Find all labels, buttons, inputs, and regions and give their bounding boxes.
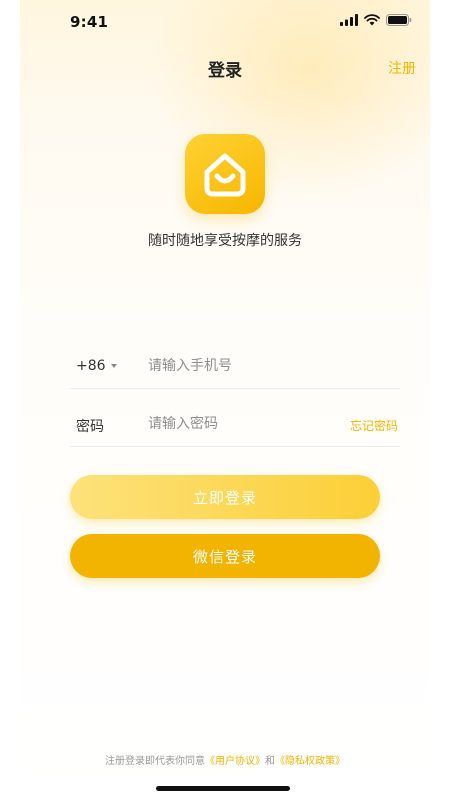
battery-icon [386, 14, 412, 26]
agreement-and: 和 [265, 756, 275, 767]
country-code: +86 [76, 358, 106, 374]
user-agreement-link[interactable]: 《用户协议》 [205, 756, 265, 767]
status-bar: 9:41 [20, 0, 430, 44]
status-time: 9:41 [70, 13, 109, 31]
wechat-login-button[interactable]: 微信登录 [70, 534, 380, 578]
phone-input[interactable] [148, 352, 388, 380]
password-label: 密码 [76, 419, 104, 435]
login-button[interactable]: 立即登录 [70, 475, 380, 519]
page-title: 登录 [208, 61, 242, 81]
login-screen: 9:41 登录 注册 随时随地享受按摩的服务 +86 请输入手机号 密码 忘记密… [20, 0, 430, 800]
country-code-selector[interactable]: +86 [76, 358, 117, 374]
slogan: 随时随地享受按摩的服务 [148, 233, 302, 249]
app-logo [185, 134, 265, 214]
password-row: 密码 忘记密码 [70, 404, 400, 447]
signal-icon [340, 14, 358, 26]
caret-down-icon [110, 364, 117, 368]
register-link[interactable]: 注册 [388, 58, 416, 78]
wifi-icon [364, 14, 380, 26]
home-indicator[interactable] [156, 786, 290, 791]
forgot-password-link[interactable]: 忘记密码 [350, 417, 398, 434]
privacy-policy-link[interactable]: 《隐私权政策》 [275, 756, 345, 767]
agreement-text: 注册登录即代表你同意《用户协议》和《隐私权政策》 [20, 752, 430, 767]
password-input[interactable] [148, 410, 318, 438]
phone-row: +86 [70, 346, 400, 389]
agreement-prefix: 注册登录即代表你同意 [105, 756, 205, 767]
status-icons [340, 14, 412, 26]
house-smile-icon [204, 153, 246, 197]
